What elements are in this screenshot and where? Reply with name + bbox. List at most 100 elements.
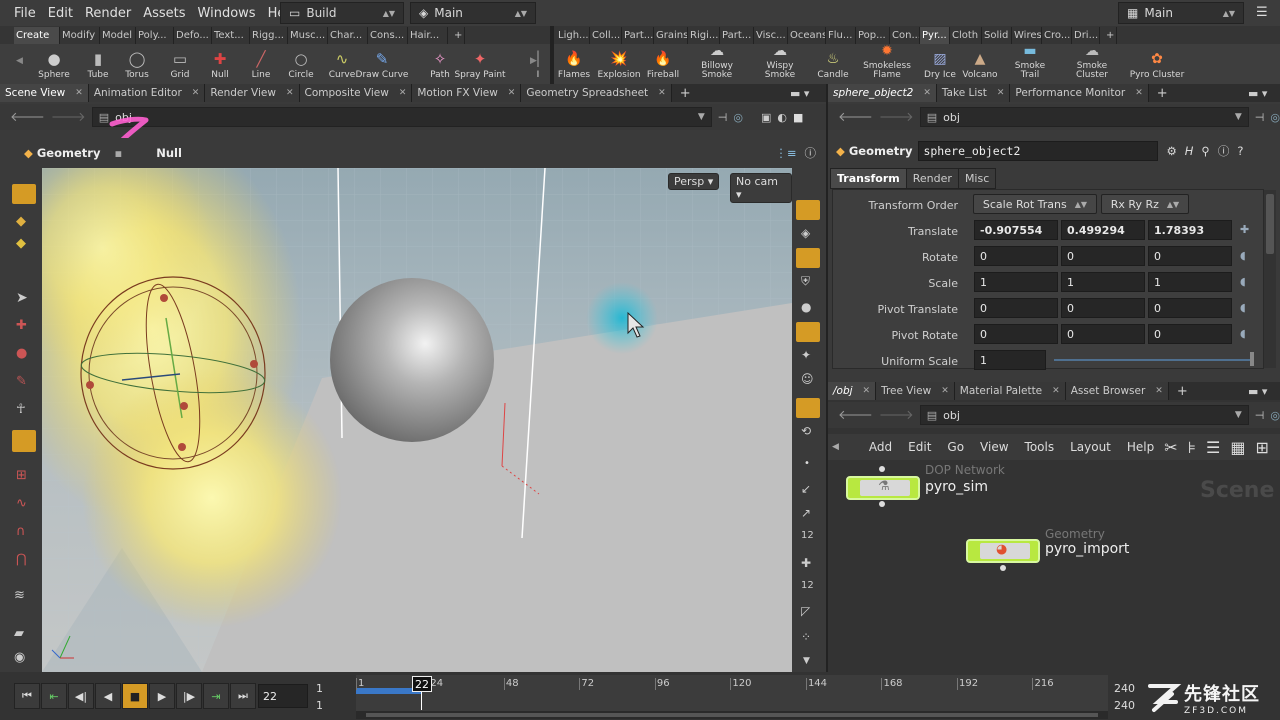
net-menu-help[interactable]: Help (1119, 440, 1162, 454)
node-pyro-sim[interactable]: ⚗ (846, 476, 920, 500)
param-field-y[interactable]: 0 (1061, 246, 1145, 266)
param-field-x[interactable]: 0 (974, 324, 1058, 344)
camera-icon[interactable]: ◉ (14, 650, 25, 665)
param-channel-icon[interactable]: ◖ (1240, 249, 1246, 262)
shelf-tab-right-14[interactable]: Wires (1012, 27, 1042, 44)
close-icon[interactable]: ✕ (997, 88, 1005, 98)
lock-camera-icon[interactable] (796, 248, 820, 268)
transform-order-dropdown[interactable]: Scale Rot Trans ▲▼ (973, 194, 1097, 214)
range-slider[interactable] (356, 711, 1108, 719)
template-icon[interactable]: ⟲ (801, 424, 811, 438)
next-keyframe-icon[interactable]: ⇥ (203, 683, 229, 709)
shelf-tool-explosion[interactable]: 💥 Explosion (597, 44, 640, 84)
shelf-tool-wispy-smoke[interactable]: ☁ Wispy Smoke (752, 44, 808, 84)
shelf-tab-right-7[interactable]: Oceans (788, 27, 826, 44)
shelf-tab-left-7[interactable]: Musc... (288, 27, 328, 44)
close-icon[interactable]: ✕ (75, 88, 83, 98)
chevron-down-icon[interactable]: ▼ (698, 112, 705, 122)
prev-keyframe-icon[interactable]: ⇤ (41, 683, 67, 709)
tab-take-list[interactable]: Take List ✕ (936, 84, 1011, 102)
param-path-field[interactable]: ▤ obj ▼ (919, 107, 1249, 127)
param-field-x[interactable]: 1 (974, 272, 1058, 292)
display-options-icon[interactable]: ◐ (777, 111, 787, 124)
start-frame-field[interactable]: 1 (316, 682, 323, 695)
step-back-icon[interactable]: ◀| (68, 683, 94, 709)
param-field-z[interactable]: 0 (1148, 298, 1232, 318)
pane-menu-icon[interactable]: ▬ ▾ (1248, 385, 1267, 398)
forward-arrow-icon[interactable]: 🡒 (879, 109, 914, 125)
menu-render[interactable]: Render (79, 6, 137, 21)
shelf-tab-left-3[interactable]: Poly... (136, 27, 174, 44)
add-tab-icon[interactable]: + (1149, 86, 1176, 101)
tab-scene-view[interactable]: Scene View ✕ (0, 84, 89, 102)
param-scrollbar[interactable] (1264, 190, 1276, 368)
shelf-tab-right-3[interactable]: Grains (654, 27, 688, 44)
current-frame-field[interactable]: 22 (258, 684, 308, 708)
magnet-icon[interactable]: ⋂ (16, 552, 27, 567)
uv-icon[interactable]: ◸ (801, 604, 810, 618)
shelf-tab-left-8[interactable]: Char... (328, 27, 368, 44)
add-shelf-icon[interactable]: + (1104, 27, 1118, 44)
pin-icon[interactable]: ⊣ (1255, 409, 1265, 422)
shelf-tab-right-10[interactable]: Con... (890, 27, 920, 44)
shelf-tab-right-11[interactable]: Pyr... (920, 27, 950, 44)
end-frame-field[interactable]: 240 (1114, 682, 1135, 695)
list-icon[interactable]: ☰ (1206, 438, 1220, 457)
add-tab-icon[interactable]: + (1169, 384, 1196, 399)
tab-asset-browser[interactable]: Asset Browser ✕ (1065, 382, 1169, 400)
shelf-tool-tube[interactable]: ▮ Tube (78, 44, 118, 84)
display-points-icon[interactable]: ◈ (801, 226, 810, 240)
shelf-tab-left-1[interactable]: Modify (60, 27, 100, 44)
display-cube-icon[interactable]: ▣ (761, 111, 771, 124)
scene-viewport[interactable]: Persp ▾ No cam ▾ (42, 168, 792, 672)
emitter-sphere[interactable] (586, 282, 658, 354)
layers-icon[interactable]: ≋ (14, 588, 25, 603)
back-arrow-icon[interactable]: 🡐 (838, 407, 873, 423)
param-field-x[interactable]: 0 (974, 246, 1058, 266)
tab-motion-fx-view[interactable]: Motion FX View ✕ (412, 84, 522, 102)
snap-options-icon[interactable]: ⋮≡ (775, 146, 796, 160)
menu-overflow-icon[interactable]: ☰ (1256, 5, 1268, 20)
net-menu-layout[interactable]: Layout (1062, 440, 1119, 454)
tab-performance-monitor[interactable]: Performance Monitor ✕ (1010, 84, 1149, 102)
shelf-tool-grid[interactable]: ▭ Grid (160, 44, 200, 84)
shelf-divider[interactable] (550, 26, 554, 84)
shelf-tab-left-0[interactable]: Create (14, 27, 60, 44)
close-icon[interactable]: ✕ (1155, 386, 1163, 396)
shelf-tool-torus[interactable]: ◯ Torus (117, 44, 157, 84)
path-field[interactable]: ▤ obj ▼ (91, 107, 712, 127)
display-guide-icon[interactable] (796, 200, 820, 220)
back-arrow-icon[interactable]: 🡐 (838, 109, 873, 125)
shelf-tool-smoke-cluster[interactable]: ☁ Smoke Cluster (1062, 44, 1122, 84)
shelf-tab-left-2[interactable]: Model (100, 27, 136, 44)
shading-icon[interactable]: ● (801, 300, 811, 314)
shelf-tab-right-15[interactable]: Cro... (1042, 27, 1072, 44)
shelf-tab-left-9[interactable]: Cons... (368, 27, 408, 44)
param-field-z[interactable]: 1 (1148, 272, 1232, 292)
param-field-z[interactable]: 1.78393 (1148, 220, 1232, 240)
tab-material-palette[interactable]: Material Palette ✕ (954, 382, 1066, 400)
shelf-tab-right-16[interactable]: Dri... (1072, 27, 1100, 44)
desktop-selector-main[interactable]: ◈ Main ▲▼ (410, 2, 536, 24)
pose-icon[interactable]: ☥ (16, 402, 26, 417)
node-label-pyro-sim[interactable]: pyro_sim (925, 479, 988, 495)
close-icon[interactable]: ✕ (192, 88, 200, 98)
close-icon[interactable]: ✕ (658, 88, 666, 98)
node-output-connector[interactable] (1000, 565, 1006, 571)
uniform-scale-field[interactable]: 1 (974, 350, 1046, 370)
param-field-y[interactable]: 0 (1061, 298, 1145, 318)
shelf-tab-right-13[interactable]: Solid (982, 27, 1012, 44)
param-field-z[interactable]: 0 (1148, 246, 1232, 266)
param-channel-icon[interactable]: ◖ (1240, 275, 1246, 288)
shelf-tool-sphere[interactable]: ● Sphere (34, 44, 74, 84)
search-icon[interactable]: ⚲ (1201, 144, 1209, 158)
close-icon[interactable]: ✕ (923, 88, 931, 98)
background-icon[interactable] (796, 398, 820, 418)
shelf-tool-dry-ice[interactable]: ▨ Dry Ice (922, 44, 958, 84)
render-region-icon[interactable]: ▰ (14, 626, 24, 641)
shelf-tab-left-4[interactable]: Defo... (174, 27, 212, 44)
tab-obj-network[interactable]: /obj ✕ (828, 382, 877, 400)
param-field-x[interactable]: 0 (974, 298, 1058, 318)
close-icon[interactable]: ✕ (863, 386, 871, 396)
gear-icon[interactable]: ⚙ (1166, 144, 1176, 158)
